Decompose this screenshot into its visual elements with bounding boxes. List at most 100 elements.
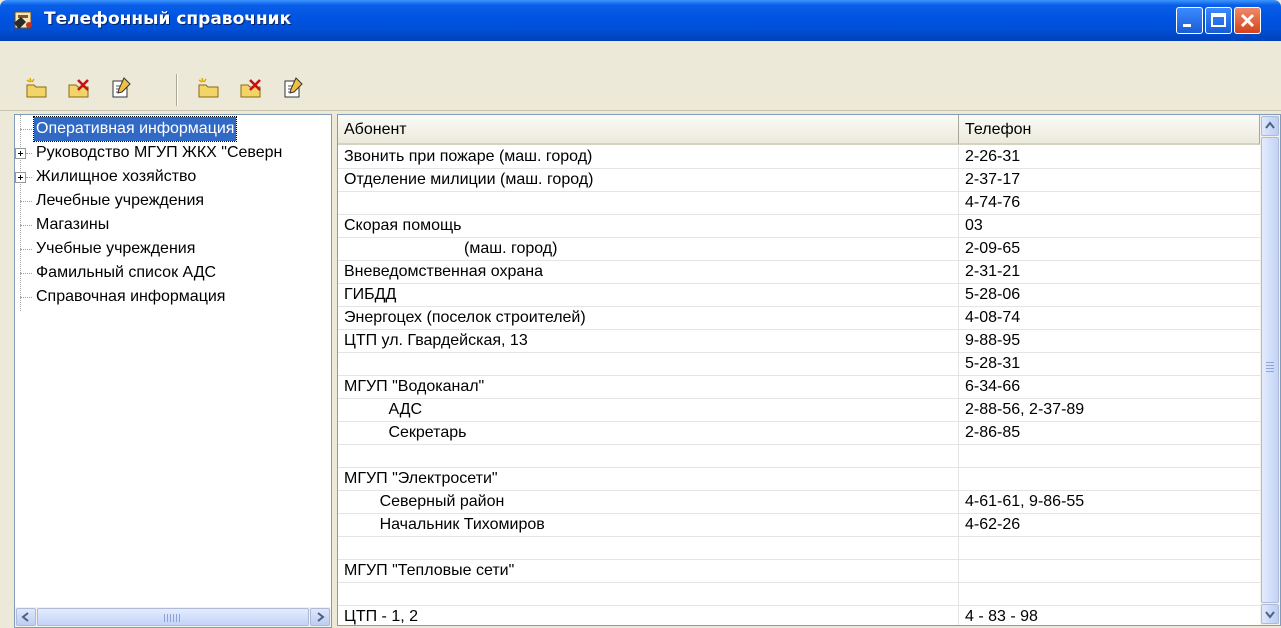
title-bar[interactable]: Телефонный справочник xyxy=(0,0,1281,41)
tree-item[interactable]: Магазины xyxy=(15,213,331,237)
table-row[interactable] xyxy=(338,537,1260,560)
phone-cell[interactable]: 4-62-26 xyxy=(959,514,1260,537)
phone-cell[interactable]: 4-74-76 xyxy=(959,192,1260,215)
tree-item[interactable]: Руководство МГУП ЖКХ "Северн xyxy=(15,141,331,165)
tree-horizontal-scrollbar[interactable] xyxy=(15,607,331,627)
table-vertical-scrollbar[interactable] xyxy=(1260,115,1280,625)
phone-cell[interactable]: 4-61-61, 9-86-55 xyxy=(959,491,1260,514)
abonent-cell[interactable]: Энергоцех (поселок строителей) xyxy=(338,307,959,330)
delete-folder-button[interactable] xyxy=(66,76,94,100)
scroll-right-button[interactable] xyxy=(310,608,330,626)
abonent-cell[interactable]: Скорая помощь xyxy=(338,215,959,238)
abonent-cell[interactable] xyxy=(338,445,959,468)
add-record-button[interactable] xyxy=(196,76,224,100)
phone-cell[interactable]: 2-26-31 xyxy=(959,146,1260,169)
abonent-cell[interactable]: Вневедомственная охрана xyxy=(338,261,959,284)
table-row[interactable]: АДС 2-88-56, 2-37-89 xyxy=(338,399,1260,422)
phone-cell[interactable]: 2-31-21 xyxy=(959,261,1260,284)
table-row[interactable] xyxy=(338,445,1260,468)
phone-cell[interactable]: 6-34-66 xyxy=(959,376,1260,399)
abonent-cell[interactable] xyxy=(338,192,959,215)
tree-item[interactable]: Жилищное хозяйство xyxy=(15,165,331,189)
tree-item[interactable]: Учебные учреждения xyxy=(15,237,331,261)
abonent-cell[interactable]: Отделение милиции (маш. город) xyxy=(338,169,959,192)
maximize-button[interactable] xyxy=(1205,7,1232,34)
abonent-cell[interactable]: ЦТП - 1, 2 xyxy=(338,606,959,625)
table-row[interactable]: 4-74-76 xyxy=(338,192,1260,215)
phone-cell[interactable] xyxy=(959,445,1260,468)
table-row[interactable]: Секретарь 2-86-85 xyxy=(338,422,1260,445)
phone-cell[interactable]: 5-28-31 xyxy=(959,353,1260,376)
phone-cell[interactable]: 4 - 83 - 98 xyxy=(959,606,1260,625)
minimize-button[interactable] xyxy=(1176,7,1203,34)
phone-cell[interactable]: 2-09-65 xyxy=(959,238,1260,261)
column-header-abonent[interactable]: Абонент xyxy=(338,115,959,145)
table-row[interactable]: ГИБДД 5-28-06 xyxy=(338,284,1260,307)
phone-cell[interactable]: 5-28-06 xyxy=(959,284,1260,307)
table-row[interactable]: МГУП "Водоканал" 6-34-66 xyxy=(338,376,1260,399)
contacts-table[interactable]: Абонент Телефон Звонить при пожаре (маш.… xyxy=(337,114,1281,626)
phone-cell[interactable]: 2-37-17 xyxy=(959,169,1260,192)
add-folder-button[interactable] xyxy=(24,76,52,100)
pane-splitter[interactable] xyxy=(332,111,336,626)
column-header-phone[interactable]: Телефон xyxy=(959,115,1260,145)
scroll-thumb[interactable] xyxy=(37,608,309,626)
abonent-cell[interactable]: АДС xyxy=(338,399,959,422)
abonent-cell[interactable]: ГИБДД xyxy=(338,284,959,307)
table-row[interactable]: Отделение милиции (маш. город) 2-37-17 xyxy=(338,169,1260,192)
abonent-cell[interactable]: Секретарь xyxy=(338,422,959,445)
phone-cell[interactable] xyxy=(959,583,1260,606)
scroll-left-button[interactable] xyxy=(16,608,36,626)
abonent-cell[interactable] xyxy=(338,583,959,606)
abonent-cell[interactable] xyxy=(338,537,959,560)
phone-cell[interactable]: 4-08-74 xyxy=(959,307,1260,330)
tree-item-label[interactable]: Жилищное хозяйство xyxy=(34,165,198,189)
tree-item[interactable]: Фамильный список АДС xyxy=(15,261,331,285)
tree-item[interactable]: Лечебные учреждения xyxy=(15,189,331,213)
table-row[interactable]: МГУП "Электросети" xyxy=(338,468,1260,491)
abonent-cell[interactable]: Начальник Тихомиров xyxy=(338,514,959,537)
table-row[interactable]: ЦТП - 1, 24 - 83 - 98 xyxy=(338,606,1260,625)
phone-cell[interactable]: 2-88-56, 2-37-89 xyxy=(959,399,1260,422)
table-row[interactable]: Звонить при пожаре (маш. город) 2-26-31 xyxy=(338,146,1260,169)
abonent-cell[interactable]: МГУП "Тепловые сети" xyxy=(338,560,959,583)
tree-item-label[interactable]: Лечебные учреждения xyxy=(34,189,206,213)
table-row[interactable]: 5-28-31 xyxy=(338,353,1260,376)
table-row[interactable]: Начальник Тихомиров 4-62-26 xyxy=(338,514,1260,537)
table-row[interactable]: Вневедомственная охрана 2-31-21 xyxy=(338,261,1260,284)
abonent-cell[interactable]: Северный район xyxy=(338,491,959,514)
phone-cell[interactable]: 2-86-85 xyxy=(959,422,1260,445)
table-row[interactable]: Энергоцех (поселок строителей) 4-08-74 xyxy=(338,307,1260,330)
tree-item[interactable]: Оперативная информация xyxy=(15,116,331,142)
tree-item-label[interactable]: Руководство МГУП ЖКХ "Северн xyxy=(34,141,284,165)
close-button[interactable] xyxy=(1234,7,1261,34)
tree-item-label[interactable]: Справочная информация xyxy=(34,285,227,309)
expand-plus-icon[interactable] xyxy=(15,172,26,183)
edit-record-button[interactable] xyxy=(280,76,308,100)
tree-item-label[interactable]: Магазины xyxy=(34,213,111,237)
table-row[interactable]: Северный район 4-61-61, 9-86-55 xyxy=(338,491,1260,514)
table-row[interactable]: Скорая помощь 03 xyxy=(338,215,1260,238)
abonent-cell[interactable]: (маш. город) xyxy=(338,238,959,261)
edit-folder-button[interactable] xyxy=(108,76,136,100)
table-row[interactable] xyxy=(338,583,1260,606)
scroll-down-button[interactable] xyxy=(1261,604,1279,624)
abonent-cell[interactable] xyxy=(338,353,959,376)
category-tree[interactable]: Оперативная информация Руководство МГУП Ж… xyxy=(14,114,332,628)
table-row[interactable]: (маш. город) 2-09-65 xyxy=(338,238,1260,261)
abonent-cell[interactable]: Звонить при пожаре (маш. город) xyxy=(338,146,959,169)
table-row[interactable]: ЦТП ул. Гвардейская, 13 9-88-95 xyxy=(338,330,1260,353)
phone-cell[interactable]: 03 xyxy=(959,215,1260,238)
phone-cell[interactable] xyxy=(959,560,1260,583)
table-row[interactable]: МГУП "Тепловые сети" xyxy=(338,560,1260,583)
scroll-up-button[interactable] xyxy=(1261,116,1279,136)
abonent-cell[interactable]: МГУП "Водоканал" xyxy=(338,376,959,399)
tree-item-label[interactable]: Оперативная информация xyxy=(32,116,238,142)
phone-cell[interactable] xyxy=(959,468,1260,491)
abonent-cell[interactable]: ЦТП ул. Гвардейская, 13 xyxy=(338,330,959,353)
phone-cell[interactable]: 9-88-95 xyxy=(959,330,1260,353)
expand-plus-icon[interactable] xyxy=(15,148,26,159)
tree-item[interactable]: Справочная информация xyxy=(15,285,331,309)
scroll-thumb[interactable] xyxy=(1261,137,1279,603)
abonent-cell[interactable]: МГУП "Электросети" xyxy=(338,468,959,491)
